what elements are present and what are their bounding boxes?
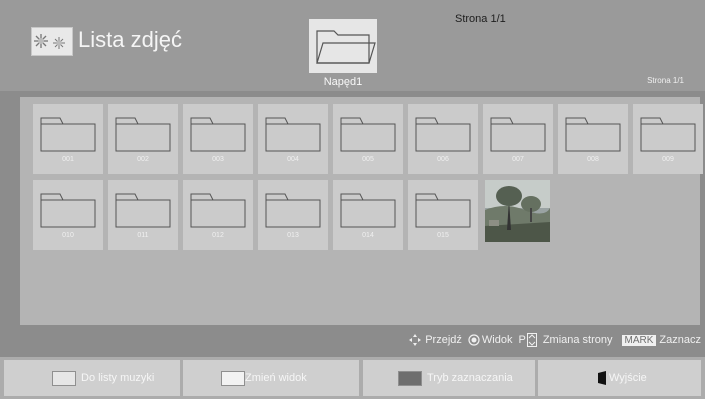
folder-label: 002: [137, 156, 149, 163]
music-list-button[interactable]: Do listy muzyki: [4, 360, 180, 396]
folder-tile[interactable]: 013: [258, 180, 328, 250]
folder-label: 013: [287, 232, 299, 239]
folder-label: 014: [362, 232, 374, 239]
page-change-hint: P Zmiana strony: [518, 333, 613, 347]
exit-icon: [598, 371, 606, 385]
folder-label: 004: [287, 156, 299, 163]
folder-icon: [40, 193, 96, 228]
ok-button-icon: [468, 334, 480, 346]
folder-label: 001: [62, 156, 74, 163]
folder-tile[interactable]: 005: [333, 104, 403, 174]
status-bar: Przejdź Widok P Zmiana strony MARK Zazna…: [0, 327, 705, 353]
change-view-button[interactable]: Zmień widok: [183, 360, 359, 396]
page-indicator-top: Strona 1/1: [455, 13, 506, 25]
folder-label: 005: [362, 156, 374, 163]
folder-label: 015: [437, 232, 449, 239]
folder-tile[interactable]: 011: [108, 180, 178, 250]
folder-tile[interactable]: 014: [333, 180, 403, 250]
folder-tile[interactable]: 008: [558, 104, 628, 174]
color-key-swatch: [398, 370, 422, 386]
folder-label: 007: [512, 156, 524, 163]
folder-tile[interactable]: 002: [108, 104, 178, 174]
folder-label: 006: [437, 156, 449, 163]
page-indicator: Strona 1/1: [647, 76, 684, 85]
folder-icon: [340, 193, 396, 228]
page-up-down-icon: [526, 333, 537, 347]
folder-tile[interactable]: 015: [408, 180, 478, 250]
folder-tile[interactable]: 012: [183, 180, 253, 250]
folder-tile[interactable]: 006: [408, 104, 478, 174]
mark-badge: MARK: [621, 334, 657, 346]
drive-folder-icon[interactable]: [309, 19, 377, 73]
folder-icon: [265, 117, 321, 152]
folder-label: 008: [587, 156, 599, 163]
folder-tile[interactable]: 001: [33, 104, 103, 174]
folder-icon: [190, 193, 246, 228]
color-key-swatch: [221, 370, 245, 386]
folder-tile[interactable]: 010: [33, 180, 103, 250]
folder-tile[interactable]: 007: [483, 104, 553, 174]
folder-icon: [115, 117, 171, 152]
folder-label: 003: [212, 156, 224, 163]
folder-tile[interactable]: 004: [258, 104, 328, 174]
folder-icon: [40, 117, 96, 152]
folder-icon: [640, 117, 696, 152]
folder-label: 012: [212, 232, 224, 239]
dpad-icon: [409, 334, 422, 346]
folder-label: 010: [62, 232, 74, 239]
navigate-hint: Przejdź: [409, 334, 462, 346]
select-mode-button[interactable]: Tryb zaznaczania: [363, 360, 535, 396]
color-key-swatch: [52, 370, 76, 386]
folder-tile[interactable]: 009: [633, 104, 703, 174]
folder-icon: [565, 117, 621, 152]
mark-hint: MARK Zaznacz: [621, 334, 701, 346]
folder-label: 011: [137, 232, 149, 239]
drive-label: Napęd1: [323, 76, 363, 88]
page-title: Lista zdjęć: [78, 27, 182, 52]
folder-icon: [415, 117, 471, 152]
photo-thumbnail[interactable]: [485, 180, 550, 242]
folder-icon: [340, 117, 396, 152]
folder-icon: [115, 193, 171, 228]
folder-icon: [265, 193, 321, 228]
exit-button[interactable]: Wyjście: [538, 360, 701, 396]
folder-icon: [490, 117, 546, 152]
view-hint: Widok: [468, 334, 512, 346]
photo-app-icon: [31, 27, 73, 56]
folder-icon: [415, 193, 471, 228]
folder-tile[interactable]: 003: [183, 104, 253, 174]
folder-icon: [190, 117, 246, 152]
folder-label: 009: [662, 156, 674, 163]
